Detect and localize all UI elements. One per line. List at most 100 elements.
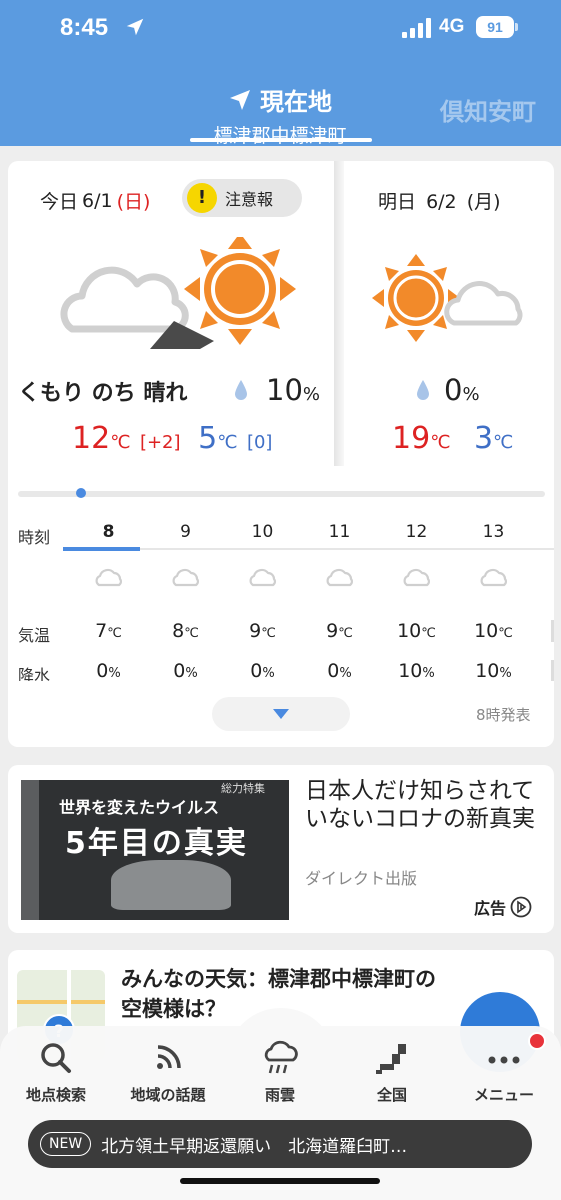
signal-icon	[402, 18, 431, 38]
cloud-icon	[301, 566, 378, 596]
hour-rain: 0%	[327, 660, 352, 681]
hour-temp: 10℃	[474, 620, 513, 642]
nav-label: 全国	[376, 1086, 407, 1104]
ad-image: 世界を変えたウイルス 5年目の真実 総力特集	[21, 780, 289, 920]
battery-tip	[515, 23, 518, 31]
tomorrow-label: 明日	[378, 191, 417, 213]
nav-location-search[interactable]: 地点検索	[0, 1038, 112, 1105]
today-high: 12	[72, 421, 111, 456]
cloud-icon	[455, 566, 532, 596]
current-place-name: 標津郡中標津町	[213, 125, 347, 147]
ad-image-tag: 総力特集	[221, 782, 265, 795]
nav-label: 雨雲	[264, 1086, 295, 1104]
tomorrow-temps: 19℃ 3℃	[392, 421, 514, 456]
nav-label: メニュー	[473, 1086, 534, 1104]
location-arrow-icon	[126, 18, 144, 36]
hour-rain: 0%	[250, 660, 275, 681]
today-temps: 12℃ [+2] 5℃ [0]	[72, 421, 273, 456]
warning-label: 注意報	[225, 190, 274, 209]
time-scrubber[interactable]	[18, 491, 545, 497]
news-ticker[interactable]: NEW 北方領土早期返還願い 北海道羅臼町…	[28, 1120, 532, 1168]
next-location-tab[interactable]: 倶知安町	[440, 92, 536, 127]
nav-label: 地域の話題	[130, 1086, 206, 1104]
ad-card[interactable]: 世界を変えたウイルス 5年目の真実 総力特集 日本人だけ知らされていないコロナの…	[8, 765, 554, 933]
hour-label: 13	[482, 522, 505, 542]
chevron-down-icon	[273, 709, 289, 719]
nav-rain-cloud[interactable]: 雨雲	[224, 1038, 336, 1105]
warning-badge[interactable]: ! 注意報	[182, 179, 302, 217]
tomorrow-rain-chance: 0%	[444, 373, 480, 407]
ad-choices-icon	[510, 896, 532, 918]
mask-photo	[111, 860, 231, 910]
today-date: 6/1	[82, 189, 113, 212]
current-location-label: 現在地	[260, 88, 332, 116]
today-weather-text: くもり のち 晴れ	[18, 381, 188, 406]
today-high-diff: [+2]	[139, 432, 181, 453]
hourly-table[interactable]: 時刻 気温 降水 8 7℃ 0% 9 8℃ 0% 10 9℃ 0% 11 9℃ 0% 12 10℃ 10% 1…	[18, 516, 554, 681]
cloud-icon	[378, 566, 455, 596]
temp-row-label: 気温	[18, 626, 51, 645]
next-column-peek	[551, 660, 554, 681]
today-low-diff: [0]	[246, 432, 273, 453]
tomorrow-high: 19	[392, 421, 431, 456]
hour-label: 9	[180, 522, 191, 542]
raindrop-icon	[235, 380, 247, 400]
today-low: 5	[198, 421, 218, 456]
nav-label: 地点検索	[25, 1086, 86, 1104]
today-header: 今日 6/1 (日)	[40, 187, 150, 214]
cloud-then-sun-icon	[60, 237, 296, 349]
active-tab-indicator	[190, 138, 372, 142]
new-badge: NEW	[40, 1132, 92, 1156]
time-scrubber-handle[interactable]	[76, 488, 86, 498]
current-hour-indicator	[63, 547, 140, 551]
more-icon	[488, 1056, 520, 1064]
bottom-nav: 地点検索 地域の話題 雨雲 全国 メニュー	[0, 1008, 561, 1200]
nav-local-topics[interactable]: 地域の話題	[112, 1038, 224, 1105]
ad-image-headline: 5年目の真実	[65, 826, 248, 861]
location-arrow-icon	[230, 89, 250, 110]
issued-time: 8時発表	[476, 706, 531, 724]
next-column-peek	[551, 620, 554, 642]
status-bar: 8:45 4G 91	[0, 0, 561, 60]
forecast-card: 今日 6/1 (日) ! 注意報 明日 6/2 (月) くもり のち 晴れ 10…	[8, 161, 554, 747]
hour-temp: 8℃	[172, 620, 199, 642]
tomorrow-date: 6/2	[426, 191, 457, 213]
alert-icon: !	[187, 183, 217, 213]
hour-rain: 10%	[475, 660, 512, 681]
ad-image-text: 世界を変えたウイルス	[59, 798, 220, 817]
hour-temp: 9℃	[326, 620, 353, 642]
hour-label: 12	[405, 522, 428, 542]
rain-row-label: 降水	[18, 666, 51, 681]
home-indicator	[180, 1178, 380, 1184]
cloud-icon	[147, 566, 224, 596]
cloud-icon	[224, 566, 301, 596]
hour-rain: 0%	[173, 660, 198, 681]
ticker-text: 北方領土早期返還願い 北海道羅臼町…	[101, 1136, 408, 1157]
expand-hourly-button[interactable]	[212, 697, 350, 731]
hour-rain: 0%	[96, 660, 121, 681]
today-weekday: (日)	[116, 191, 151, 213]
broadcast-icon	[157, 1045, 181, 1069]
ad-title[interactable]: 日本人だけ知らされていないコロナの新真実	[305, 777, 545, 833]
tomorrow-header: 明日 6/2 (月)	[378, 187, 501, 214]
search-icon	[41, 1043, 71, 1073]
nav-nationwide[interactable]: 全国	[336, 1038, 448, 1105]
japan-map-icon	[376, 1044, 406, 1074]
ad-info[interactable]: 広告	[474, 895, 532, 919]
network-type: 4G	[439, 16, 465, 37]
hour-rain: 10%	[398, 660, 435, 681]
ad-label: 広告	[474, 899, 507, 918]
hour-temp: 7℃	[95, 620, 122, 642]
nav-menu[interactable]: メニュー	[448, 1038, 560, 1105]
ad-source: ダイレクト出版	[305, 869, 418, 888]
today-label: 今日	[40, 191, 79, 213]
sun-cloud-icon	[372, 254, 523, 342]
hour-temp: 10℃	[397, 620, 436, 642]
raindrop-icon	[417, 380, 429, 400]
today-rain-chance: 10%	[266, 373, 321, 407]
time-row-label: 時刻	[18, 528, 51, 547]
app-header: 8:45 4G 91 現在地 標津郡中標津町 倶知安町	[0, 0, 561, 147]
status-time: 8:45	[60, 14, 109, 41]
hour-temp: 9℃	[249, 620, 276, 642]
rain-cloud-icon	[264, 1040, 298, 1074]
